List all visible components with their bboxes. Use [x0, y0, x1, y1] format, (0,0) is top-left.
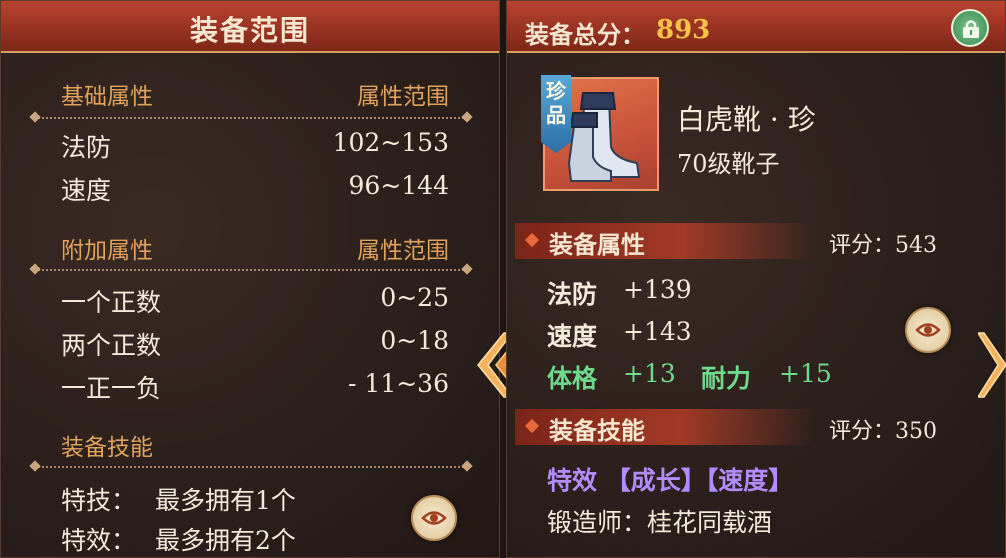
attributes-score: 评分：543	[829, 233, 937, 258]
attr-name: 速度	[61, 176, 112, 205]
stat-value: +139	[623, 275, 692, 304]
attr-range: 102~153	[332, 128, 449, 157]
lock-button[interactable]	[951, 9, 989, 47]
lock-icon	[963, 20, 979, 38]
equipment-range-panel: 装备范围 基础属性 属性范围 法防 102~153 速度 96~144 附加属性…	[0, 0, 500, 558]
equipment-detail-panel: 装备总分： 893 珍品 白虎靴 · 珍 70级靴子 装备属性 评分：543 法…	[506, 0, 1006, 558]
extra-attributes-header: 附加属性	[61, 238, 153, 264]
next-button[interactable]	[976, 325, 1006, 405]
total-score-value: 893	[656, 15, 711, 45]
attributes-banner: 装备属性	[515, 223, 815, 259]
skills-title: 装备技能	[549, 416, 645, 445]
item-level-type: 70级靴子	[677, 150, 780, 178]
range-header: 属性范围	[357, 84, 449, 110]
attr-name: 一正一负	[61, 374, 162, 403]
forger-name: 锻造师：桂花同载酒	[547, 508, 773, 537]
skills-banner: 装备技能	[515, 409, 815, 445]
stat-name: 速度	[547, 322, 598, 351]
attr-name: 一个正数	[61, 288, 162, 317]
attr-range: 0~25	[380, 283, 449, 312]
rarity-tag: 珍品	[541, 75, 571, 153]
attr-range: 0~18	[380, 326, 449, 355]
skills-score: 评分：350	[829, 419, 937, 444]
eye-icon	[421, 511, 447, 525]
divider	[35, 466, 467, 468]
range-header: 属性范围	[357, 238, 449, 264]
divider	[35, 269, 467, 271]
skill-limit-value: 最多拥有2个	[155, 526, 296, 555]
stat-name: 法防	[547, 280, 598, 309]
skill-limit-value: 最多拥有1个	[155, 486, 296, 515]
total-score-label: 装备总分：	[525, 20, 645, 49]
bonus-stat-name: 体格	[547, 364, 598, 393]
bonus-stat-value: +13	[623, 359, 676, 388]
base-attributes-header: 基础属性	[61, 84, 153, 110]
attributes-title: 装备属性	[549, 230, 645, 259]
item-icon-slot[interactable]: 珍品	[541, 75, 659, 191]
preview-button[interactable]	[411, 495, 457, 541]
panel-header: 装备总分： 893	[507, 1, 1005, 53]
stat-value: +143	[623, 317, 692, 346]
skills-header: 装备技能	[61, 435, 153, 461]
attr-name: 法防	[61, 133, 112, 162]
panel-header: 装备范围	[1, 1, 499, 53]
banner-mark	[524, 418, 540, 434]
preview-button[interactable]	[905, 307, 951, 353]
divider	[35, 117, 467, 119]
bonus-stat-name: 耐力	[701, 364, 752, 393]
chevron-right-icon	[976, 332, 1006, 398]
banner-mark	[524, 232, 540, 248]
special-effect: 特效 【成长】【速度】	[547, 466, 794, 495]
rarity-label: 珍品	[546, 79, 566, 127]
skill-limit-label: 特效：	[61, 526, 137, 555]
skill-limit-label: 特技：	[61, 486, 137, 515]
bonus-stat-value: +15	[779, 359, 832, 388]
attr-range: 96~144	[348, 171, 449, 200]
attr-name: 两个正数	[61, 331, 162, 360]
attr-range: - 11~36	[348, 369, 449, 398]
item-name: 白虎靴 · 珍	[677, 103, 816, 136]
eye-icon	[915, 323, 941, 337]
panel-title: 装备范围	[189, 14, 310, 47]
